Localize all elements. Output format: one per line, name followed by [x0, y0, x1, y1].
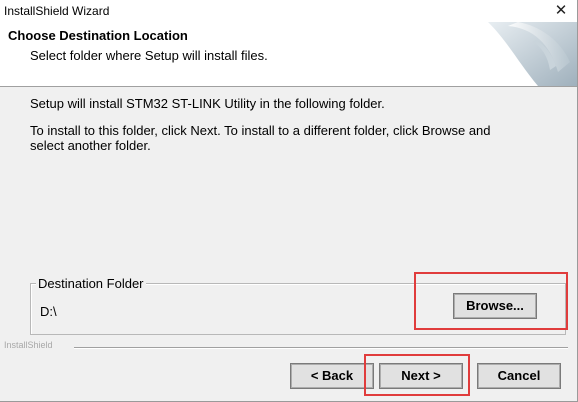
install-target-text: Setup will install STM32 ST-LINK Utility… — [30, 96, 385, 111]
installshield-brand-label: InstallShield — [4, 340, 53, 350]
page-subtitle: Select folder where Setup will install f… — [30, 48, 268, 63]
footer-divider — [74, 347, 568, 349]
next-highlight-box — [364, 354, 470, 396]
installshield-wizard-window: InstallShield Wizard ✕ Choose Destinatio… — [0, 0, 578, 402]
back-button[interactable]: < Back — [290, 363, 374, 389]
title-bar: InstallShield Wizard ✕ — [0, 0, 577, 22]
destination-folder-label: Destination Folder — [36, 276, 146, 291]
wizard-header: Choose Destination Location Select folde… — [0, 22, 577, 87]
destination-path: D:\ — [40, 304, 57, 319]
window-title: InstallShield Wizard — [4, 4, 110, 18]
instruction-text-line2: select another folder. — [30, 138, 151, 153]
browse-highlight-box — [414, 272, 568, 330]
page-title: Choose Destination Location — [8, 28, 188, 43]
installer-banner-graphic — [488, 22, 577, 86]
close-icon[interactable]: ✕ — [544, 0, 577, 22]
cancel-button[interactable]: Cancel — [477, 363, 561, 389]
